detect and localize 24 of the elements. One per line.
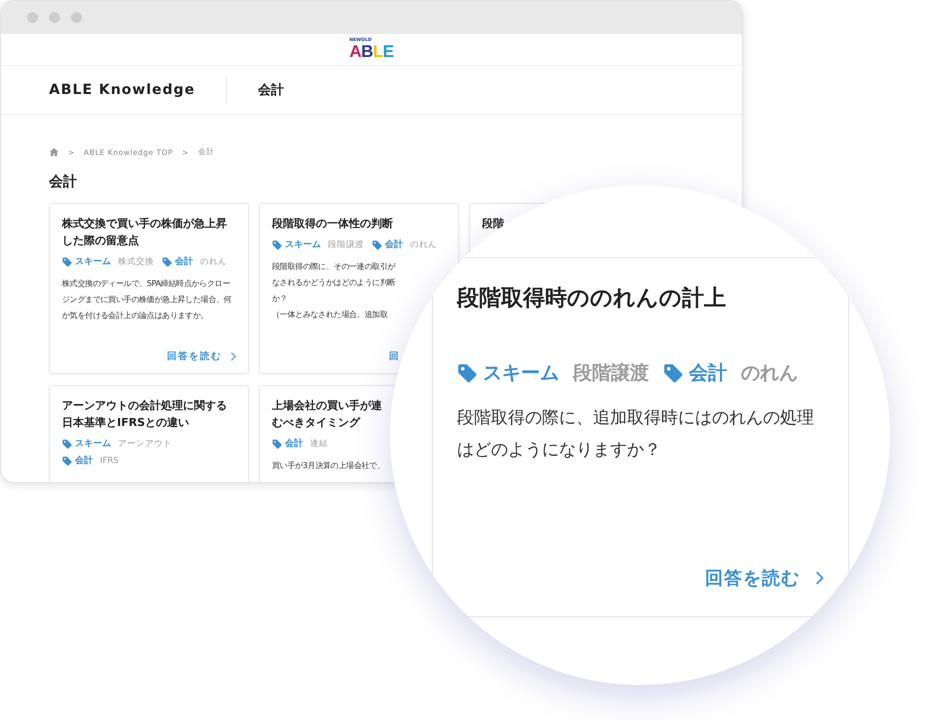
description-line: （一体とみなされた場合、追加取 (272, 309, 389, 321)
tag-value: のれん (200, 256, 227, 268)
tag-value: 段階譲渡 (328, 238, 364, 250)
tag-value: のれん (410, 238, 437, 250)
card-description: 段階取得の際に、追加取得時にはのれんの処理はどのようになりますか？ (457, 407, 815, 462)
card-title: 上場会社の買い手が連 (272, 398, 383, 414)
description-line: なされるかどうかはどのように判断 (272, 277, 396, 289)
tag-value: のれん (741, 361, 798, 386)
tag-value: IFRS (100, 456, 119, 466)
card-title: 株式交換で買い手の株価が急上昇した際の留意点 (62, 216, 228, 249)
description-line: 段階取得の際に、その一連の取引が (272, 261, 396, 273)
page-heading: 会計 (49, 173, 78, 191)
card-title: むべきタイミング (272, 415, 362, 431)
card-title: 段階取得の一体性の判断 (272, 216, 394, 232)
tag-value: 株式交換 (118, 256, 154, 268)
card-description: 買い手が3月決算の上場会社で、 (272, 460, 386, 472)
description-line: か？ (272, 293, 288, 305)
card-title: 段階 (482, 216, 505, 232)
card-title: アーンアウトの会計処理に関する日本基準とIFRSとの違い (62, 398, 228, 431)
tag-value: 段階譲渡 (573, 361, 649, 386)
tag-value: 連結 (310, 438, 328, 450)
tag-value: アーンアウト (118, 438, 172, 450)
card-title: 段階取得時ののれんの計上 (457, 285, 727, 313)
card-description: 株式交換のディールで、SPA締結時点からクロージングまでに買い手の株価が急上昇した場合、何か気を付ける会計上の論点はありますか。 (62, 278, 232, 322)
